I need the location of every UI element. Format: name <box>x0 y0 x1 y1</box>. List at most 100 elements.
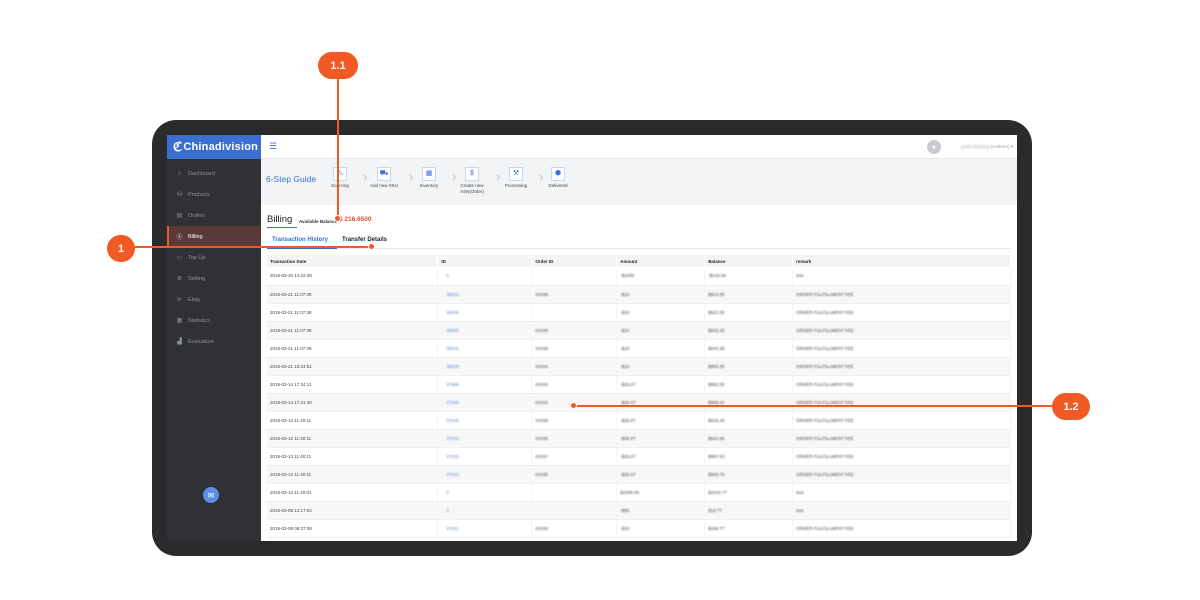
callout-1-dot <box>368 243 375 250</box>
evaluation-icon: ▟ <box>177 339 182 345</box>
cell-remark: ORDER FULFILLMENT FEE <box>792 339 1011 358</box>
cell-remark: ORDER FULFILLMENT FEE <box>792 519 1011 538</box>
app-screen: ℭ Chinadivision ⌂ Dashboard ⛁ Products ▤ Or… <box>167 135 1017 541</box>
col-transaction-date[interactable]: Transaction Date <box>267 255 439 267</box>
cell-amount: $1000.00 <box>616 483 706 502</box>
col-remark[interactable]: remark <box>792 255 1011 267</box>
table-row[interactable]: 2019-03-14 17:21:40 37906 #1042 -$26.07 $889… <box>267 393 1011 412</box>
avatar[interactable]: ● <box>927 140 941 154</box>
cell-order-id <box>531 267 618 286</box>
sidebar-item-evaluation[interactable]: ▟ Evaluation <box>167 331 261 352</box>
cell-remark: ORDER FULFILLMENT FEE <box>792 303 1011 322</box>
step-processing[interactable]: ⚒ Processing <box>494 167 538 189</box>
cell-id[interactable]: 38028 <box>437 357 533 376</box>
cell-order-id: #1049 <box>531 339 618 358</box>
table-row[interactable]: 2019-03-12 11:40:11 37243 #1036 -$26.07 $941… <box>267 429 1011 448</box>
tab-transfer-details[interactable]: Transfer Details <box>342 237 387 243</box>
table-row[interactable]: 2019-03-21 10:24:51 38028 #1044 -$10 $853.35… <box>267 357 1011 376</box>
cell-remark: ORDER FULFILLMENT FEE <box>792 429 1011 448</box>
six-step-guide: 6-Step Guide ⛍ Sourcing › ⛟ Add new SKU … <box>261 159 1017 205</box>
table-row[interactable]: 2019-03-12 11:40:11 37243 #1035 -$26.07 $993… <box>267 465 1011 484</box>
cell-id[interactable]: 37906 <box>437 393 533 412</box>
cell-id[interactable]: 0 <box>437 267 533 286</box>
ebay-icon: ⊳ <box>176 297 183 303</box>
table-row[interactable]: 2019-03-21 11:07:39 38030 #1046 -$10 $833.35… <box>267 321 1011 340</box>
col-id[interactable]: ID <box>437 255 533 267</box>
cell-id[interactable]: 37245 <box>437 411 533 430</box>
cell-order-id <box>531 303 618 322</box>
cell-amount: -$10 <box>616 285 706 304</box>
table-row[interactable]: 2019-03-14 17:24:11 37908 #1043 -$26.07 $863… <box>267 375 1011 394</box>
cell-id[interactable]: 37243 <box>437 429 533 448</box>
cell-id[interactable]: 38032 <box>437 285 533 304</box>
cell-id[interactable]: 37243 <box>437 447 533 466</box>
step-add-sku[interactable]: ⛟ Add new SKU <box>362 167 406 189</box>
sidebar-item-dashboard[interactable]: ⌂ Dashboard <box>167 163 261 184</box>
table-row[interactable]: 2019-03-21 11:07:39 38032 #1048 -$10 $813.35… <box>267 285 1011 304</box>
cell-id[interactable]: 38032 <box>437 339 533 358</box>
table-row[interactable]: 2019-03-08 14:17:02 0 -$90 $19.77 test <box>267 501 1011 520</box>
sidebar-item-orders[interactable]: ▤ Orders <box>167 205 261 226</box>
cell-id[interactable]: 0 <box>437 501 533 520</box>
cell-id[interactable]: 37243 <box>437 465 533 484</box>
available-balance-value: $ 216.6500 <box>339 216 372 223</box>
tab-transaction-history[interactable]: Transaction History <box>272 237 328 243</box>
step-delivered[interactable]: ⬢ Delivered <box>536 167 580 189</box>
cell-transaction-date: 2019-03-12 11:40:11 <box>267 447 439 466</box>
cell-transaction-date: 2019-03-21 11:07:39 <box>267 339 439 358</box>
sidebar-item-products[interactable]: ⛁ Products <box>167 184 261 205</box>
cell-balance: $19.77 <box>704 501 794 520</box>
cell-id[interactable]: 38030 <box>437 321 533 340</box>
col-balance[interactable]: Balance <box>704 255 794 267</box>
mail-icon[interactable]: ✉ <box>203 487 219 503</box>
cell-balance: $993.70 <box>704 465 794 484</box>
cell-order-id: #1036 <box>531 429 618 448</box>
table-row[interactable]: 2019-03-12 11:40:01 0 $1000.00 $1019.77 test <box>267 483 1011 502</box>
table-row[interactable]: 2019-03-25 14:22:28 0 -$1030 -$216.65 test <box>267 267 1011 286</box>
table-header-row: Transaction Date ID Order ID Amount Bala… <box>267 255 1011 267</box>
table-row[interactable]: 2019-03-21 11:07:39 38032 #1049 -$10 $843.35… <box>267 339 1011 358</box>
table-row[interactable]: 2019-03-21 11:07:39 38030 -$10 $823.35 ORDER… <box>267 303 1011 322</box>
cell-transaction-date: 2019-03-25 14:22:28 <box>267 267 439 286</box>
billing-icon: ⓢ <box>176 235 183 241</box>
cart-icon: ⛍ <box>333 167 347 181</box>
cell-transaction-date: 2019-03-08 09:27:08 <box>267 519 439 538</box>
table-row[interactable]: 2019-03-12 11:40:11 37245 #1038 -$26.07 $915… <box>267 411 1011 430</box>
step-inventory[interactable]: ▦ Inventory <box>407 167 451 189</box>
cell-id[interactable]: 38030 <box>437 303 533 322</box>
sidebar-item-topup[interactable]: ▭ Top Up <box>167 247 261 268</box>
cell-balance: $915.49 <box>704 411 794 430</box>
table-row[interactable]: 2019-03-08 09:27:08 37021 #1030 -$10 $109.77… <box>267 519 1011 538</box>
cell-order-id: #1046 <box>531 321 618 340</box>
cell-transaction-date: 2019-03-14 17:24:11 <box>267 375 439 394</box>
inventory-icon: ▦ <box>422 167 436 181</box>
sidebar-item-billing[interactable]: ⓢ Billing <box>167 226 261 247</box>
step-sourcing[interactable]: ⛍ Sourcing <box>318 167 362 189</box>
user-menu[interactable]: guan zhiqiang (cnstorm) ▾ <box>961 144 1013 150</box>
cell-remark: ORDER FULFILLMENT FEE <box>792 465 1011 484</box>
cell-order-id: #1048 <box>531 285 618 304</box>
cell-transaction-date: 2019-03-21 11:07:39 <box>267 303 439 322</box>
cell-balance: $941.56 <box>704 429 794 448</box>
callout-badge-1-1: 1.1 <box>318 52 358 79</box>
logo[interactable]: ℭ Chinadivision <box>167 135 261 159</box>
sidebar-item-statistics[interactable]: ▦ Statistics <box>167 310 261 331</box>
col-amount[interactable]: Amount <box>616 255 706 267</box>
cell-id[interactable]: 37908 <box>437 375 533 394</box>
cell-order-id <box>531 501 618 520</box>
table-row[interactable]: 2019-03-12 11:40:11 37243 #1037 -$26.07 $967… <box>267 447 1011 466</box>
tab-divider <box>267 248 1011 249</box>
cell-id[interactable]: 37021 <box>437 519 533 538</box>
step-create-asn[interactable]: $ Create new ASN(Order) <box>450 167 494 195</box>
transaction-table-body: 2019-03-25 14:22:28 0 -$1030 -$216.65 test 20… <box>267 267 1011 538</box>
col-order-id[interactable]: Order ID <box>531 255 618 267</box>
sidebar-item-ebay[interactable]: ⊳ Ebay <box>167 289 261 310</box>
cell-transaction-date: 2019-03-12 11:40:11 <box>267 465 439 484</box>
hamburger-menu-icon[interactable]: ☰ <box>269 141 277 152</box>
cell-id[interactable]: 0 <box>437 483 533 502</box>
cell-transaction-date: 2019-03-21 10:24:51 <box>267 357 439 376</box>
sidebar-item-setting[interactable]: ⚙ Setting <box>167 268 261 289</box>
chevron-down-icon: ▾ <box>1010 144 1013 149</box>
cell-amount: -$26.07 <box>616 447 706 466</box>
page-title: Billing <box>267 214 293 225</box>
